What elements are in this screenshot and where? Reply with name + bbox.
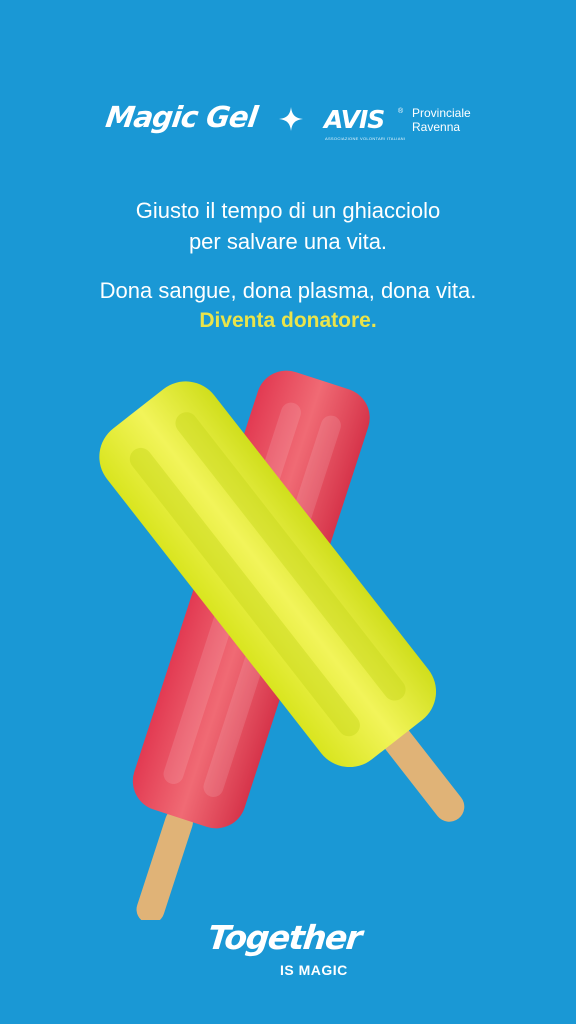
is-magic-text: IS MAGIC: [280, 962, 348, 978]
popsicles-illustration: [99, 370, 465, 920]
sparkle-icon: [279, 107, 303, 131]
avis-provincial: Provinciale Ravenna: [412, 106, 471, 134]
headline-line1: Giusto il tempo di un ghiacciolo: [135, 198, 441, 223]
logo-bar: Magic Gel AVIS ® ASSOCIAZIONE VOLONTARI …: [0, 100, 576, 150]
headline-line2: per salvare una vita.: [188, 229, 388, 254]
avis-provincial-line2: Ravenna: [412, 120, 461, 134]
magic-gel-logo: Magic Gel: [103, 100, 260, 134]
avis-registered-mark: ®: [398, 108, 404, 115]
together-logo: Together: [205, 918, 363, 957]
headline: Giusto il tempo di un ghiacciolo per sal…: [0, 195, 576, 257]
subheadline: Dona sangue, dona plasma, dona vita.: [99, 278, 477, 303]
avis-logo: AVIS: [324, 105, 385, 134]
avis-provincial-line1: Provinciale: [412, 106, 471, 120]
cta-text: Diventa donatore.: [199, 309, 377, 332]
avis-subtitle: ASSOCIAZIONE VOLONTARI ITALIANI: [325, 136, 406, 141]
red-popsicle-stick: [136, 808, 193, 920]
